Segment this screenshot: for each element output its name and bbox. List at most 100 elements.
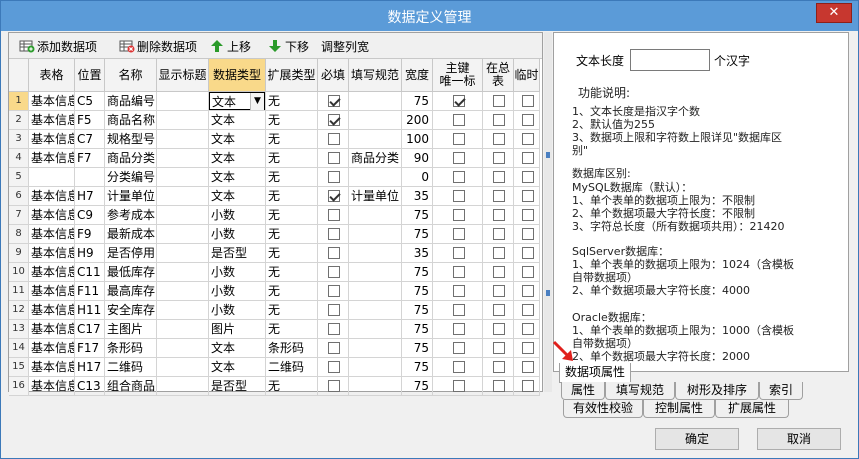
cell-primary-key[interactable] bbox=[433, 130, 483, 149]
checkbox[interactable] bbox=[328, 152, 340, 164]
cell-position[interactable]: F5 bbox=[75, 111, 105, 130]
cell-extension-type[interactable]: 无 bbox=[266, 244, 318, 263]
cell-primary-key[interactable] bbox=[433, 168, 483, 187]
cell-extension-type[interactable]: 无 bbox=[266, 187, 318, 206]
checkbox[interactable] bbox=[521, 323, 534, 335]
cell-data-type[interactable]: 图片 bbox=[209, 320, 266, 339]
cell-display-title[interactable] bbox=[157, 339, 209, 358]
checkbox[interactable] bbox=[493, 304, 505, 316]
cell-extension-type[interactable]: 无 bbox=[266, 92, 318, 111]
column-header[interactable]: 在总 表 bbox=[483, 59, 514, 92]
checkbox[interactable] bbox=[328, 114, 340, 126]
cell-in-summary[interactable] bbox=[483, 301, 514, 320]
cell-width[interactable]: 75 bbox=[402, 92, 433, 111]
checkbox[interactable] bbox=[452, 285, 465, 297]
checkbox[interactable] bbox=[328, 361, 340, 373]
cell-name[interactable]: 二维码 bbox=[105, 358, 157, 377]
cell-fill-rule[interactable] bbox=[349, 92, 402, 111]
close-button[interactable]: ✕ bbox=[816, 3, 852, 23]
checkbox[interactable] bbox=[328, 247, 340, 259]
checkbox[interactable] bbox=[328, 171, 340, 183]
cell-table[interactable]: 基本信息 bbox=[29, 320, 75, 339]
cell-temporary[interactable] bbox=[514, 206, 540, 225]
cell-display-title[interactable] bbox=[157, 168, 209, 187]
cell-data-type[interactable]: 文本 ▼ bbox=[209, 92, 266, 111]
cell-name[interactable]: 计量单位 bbox=[105, 187, 157, 206]
cell-table[interactable]: 基本信息 bbox=[29, 339, 75, 358]
cell-extension-type[interactable]: 无 bbox=[266, 149, 318, 168]
title-bar[interactable]: 数据定义管理 ✕ bbox=[1, 1, 858, 31]
cell-width[interactable]: 75 bbox=[402, 377, 433, 396]
cell-in-summary[interactable] bbox=[483, 320, 514, 339]
checkbox[interactable] bbox=[521, 209, 534, 221]
cell-in-summary[interactable] bbox=[483, 187, 514, 206]
cell-temporary[interactable] bbox=[514, 282, 540, 301]
checkbox[interactable] bbox=[452, 190, 465, 202]
checkbox[interactable] bbox=[521, 133, 534, 145]
cell-fill-rule[interactable]: 商品分类 bbox=[349, 149, 402, 168]
checkbox[interactable] bbox=[493, 190, 505, 202]
cell-temporary[interactable] bbox=[514, 187, 540, 206]
cell-extension-type[interactable]: 无 bbox=[266, 377, 318, 396]
checkbox[interactable] bbox=[328, 228, 340, 240]
checkbox[interactable] bbox=[521, 380, 534, 392]
cell-fill-rule[interactable] bbox=[349, 358, 402, 377]
cell-required[interactable] bbox=[318, 301, 349, 320]
cell-fill-rule[interactable] bbox=[349, 206, 402, 225]
cell-position[interactable]: H11 bbox=[75, 301, 105, 320]
checkbox[interactable] bbox=[493, 133, 505, 145]
checkbox[interactable] bbox=[521, 285, 534, 297]
cell-position[interactable] bbox=[75, 168, 105, 187]
cell-required[interactable] bbox=[318, 225, 349, 244]
cell-position[interactable]: C7 bbox=[75, 130, 105, 149]
cell-fill-rule[interactable] bbox=[349, 377, 402, 396]
cell-table[interactable]: 基本信息 bbox=[29, 244, 75, 263]
cell-name[interactable]: 参考成本 bbox=[105, 206, 157, 225]
cell-data-type[interactable]: 小数 bbox=[209, 225, 266, 244]
checkbox[interactable] bbox=[452, 304, 465, 316]
cell-display-title[interactable] bbox=[157, 187, 209, 206]
checkbox[interactable] bbox=[493, 247, 505, 259]
cell-fill-rule[interactable] bbox=[349, 111, 402, 130]
checkbox[interactable] bbox=[452, 380, 465, 392]
adjust-columns-button[interactable]: 调整列宽 bbox=[321, 37, 369, 55]
cell-temporary[interactable] bbox=[514, 339, 540, 358]
checkbox[interactable] bbox=[521, 228, 534, 240]
cell-required[interactable] bbox=[318, 339, 349, 358]
cell-in-summary[interactable] bbox=[483, 149, 514, 168]
cell-name[interactable]: 最高库存 bbox=[105, 282, 157, 301]
cell-position[interactable]: H17 bbox=[75, 358, 105, 377]
cell-fill-rule[interactable]: 计量单位 bbox=[349, 187, 402, 206]
cell-required[interactable] bbox=[318, 282, 349, 301]
cell-temporary[interactable] bbox=[514, 111, 540, 130]
cell-table[interactable]: 基本信息 bbox=[29, 130, 75, 149]
checkbox[interactable] bbox=[493, 95, 505, 107]
checkbox[interactable] bbox=[328, 380, 340, 392]
cell-in-summary[interactable] bbox=[483, 225, 514, 244]
cell-extension-type[interactable]: 无 bbox=[266, 111, 318, 130]
cell-primary-key[interactable] bbox=[433, 320, 483, 339]
cell-primary-key[interactable] bbox=[433, 358, 483, 377]
cell-display-title[interactable] bbox=[157, 130, 209, 149]
cell-temporary[interactable] bbox=[514, 244, 540, 263]
cell-primary-key[interactable] bbox=[433, 206, 483, 225]
checkbox[interactable] bbox=[493, 228, 505, 240]
cell-in-summary[interactable] bbox=[483, 377, 514, 396]
checkbox[interactable] bbox=[493, 209, 505, 221]
cell-primary-key[interactable] bbox=[433, 339, 483, 358]
cell-temporary[interactable] bbox=[514, 168, 540, 187]
cell-position[interactable]: H9 bbox=[75, 244, 105, 263]
column-header[interactable]: 必填 bbox=[318, 59, 349, 92]
cell-extension-type[interactable]: 无 bbox=[266, 206, 318, 225]
cell-width[interactable]: 75 bbox=[402, 282, 433, 301]
checkbox[interactable] bbox=[521, 171, 534, 183]
cell-required[interactable] bbox=[318, 92, 349, 111]
checkbox[interactable] bbox=[493, 285, 505, 297]
cell-data-type[interactable]: 小数 bbox=[209, 282, 266, 301]
cell-name[interactable]: 最新成本 bbox=[105, 225, 157, 244]
column-header[interactable]: 宽度 bbox=[402, 59, 433, 92]
chevron-down-icon[interactable]: ▼ bbox=[250, 93, 264, 110]
cell-extension-type[interactable]: 无 bbox=[266, 130, 318, 149]
column-header[interactable]: 数据类型 bbox=[209, 59, 266, 92]
checkbox[interactable] bbox=[328, 190, 340, 202]
